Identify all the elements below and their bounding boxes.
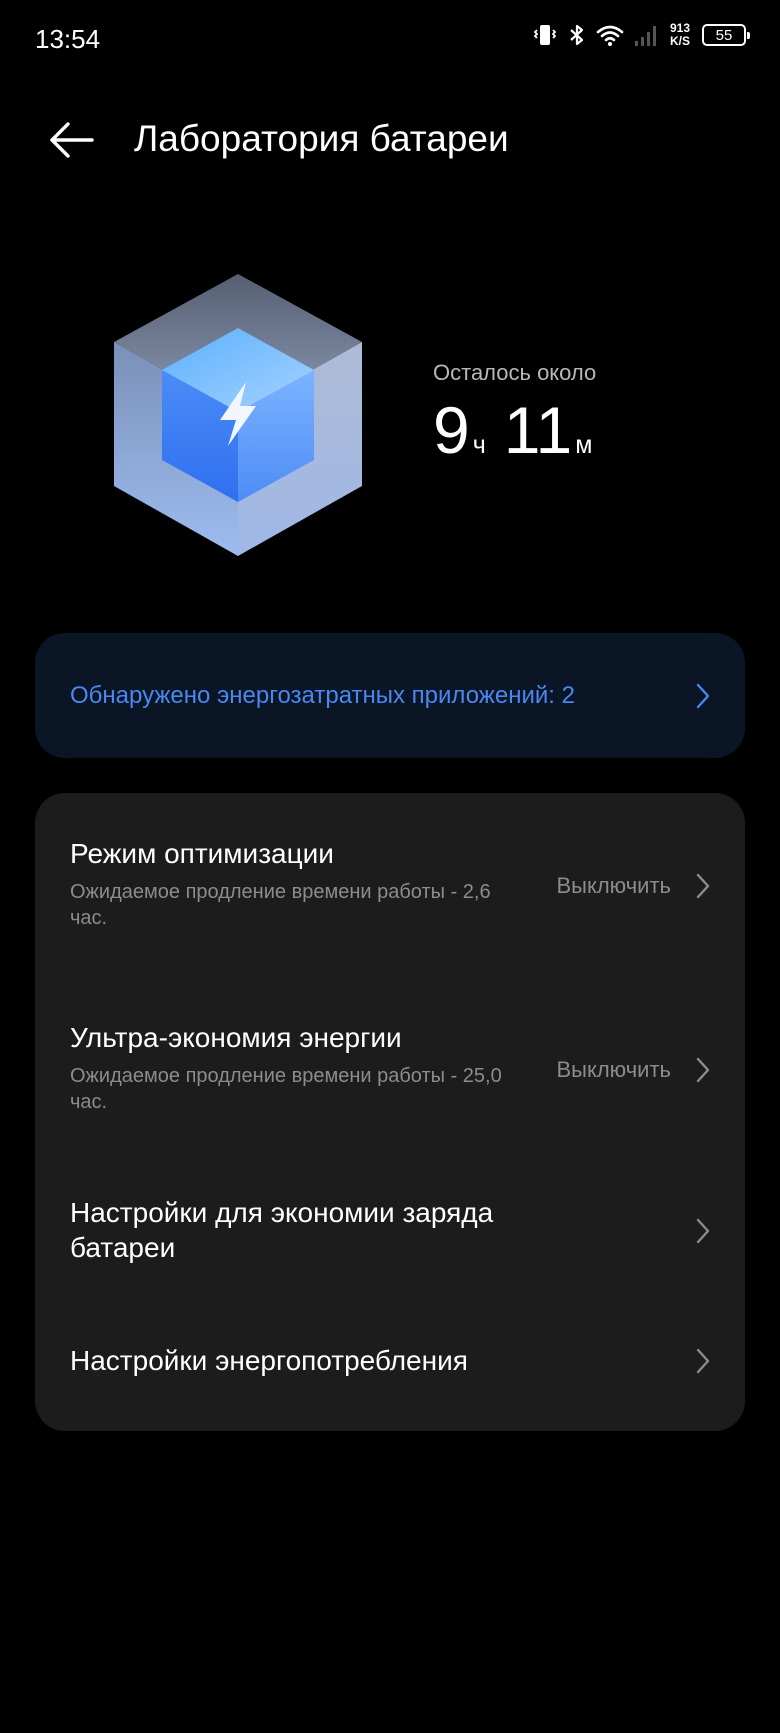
remaining-time-label: Осталось около [433,360,597,385]
chevron-right-icon [696,1057,710,1083]
settings-item-subtitle: Ожидаемое продление времени работы - 25,… [70,1065,502,1113]
status-bar: 13:54 913 K/S 55 [0,0,780,80]
status-time: 13:54 [35,24,101,54]
remaining-hours: 9 [433,393,470,467]
back-arrow-icon [50,122,94,158]
network-speed: 913 K/S [670,22,690,48]
settings-item-value: Выключить [556,1057,671,1082]
bluetooth-icon [570,24,584,46]
page-title: Лаборатория батареи [134,118,509,159]
settings-item-title: Режим оптимизации [70,838,334,869]
remaining-hours-unit: ч [472,431,486,459]
back-button[interactable] [46,118,98,162]
settings-item-power-consumption[interactable]: Настройки энергопотребления [35,1301,745,1431]
wifi-icon [596,25,624,46]
settings-item-title: Настройки для экономии заряда батареи [70,1197,494,1263]
settings-item-value: Выключить [556,873,671,898]
settings-item-title: Настройки энергопотребления [70,1345,468,1376]
vibrate-icon [533,25,557,45]
signal-icon [634,26,656,46]
chevron-right-icon [696,1348,710,1374]
network-speed-unit: K/S [669,34,690,48]
remaining-minutes-unit: м [575,431,593,459]
chevron-right-icon [696,1218,710,1244]
settings-item-optimization-mode[interactable]: Режим оптимизации Ожидаемое продление вр… [35,793,745,977]
battery-icon: 55 [702,24,750,46]
settings-list: Режим оптимизации Ожидаемое продление вр… [35,793,745,1431]
settings-item-title: Ультра-экономия энергии [70,1022,402,1053]
battery-level: 55 [715,26,733,44]
remaining-time: 9 ч 11 м [433,395,610,465]
status-icons: 913 K/S 55 [532,22,750,48]
remaining-minutes: 11 [503,393,573,467]
settings-item-subtitle: Ожидаемое продление времени работы - 2,6… [70,881,491,929]
power-intensive-apps-alert[interactable]: Обнаружено энергозатратных приложений: 2 [35,633,745,758]
chevron-right-icon [696,873,710,899]
settings-item-battery-saving-settings[interactable]: Настройки для экономии заряда батареи [35,1161,745,1301]
header: Лаборатория батареи [0,100,780,180]
battery-cube-icon [114,274,362,556]
settings-item-ultra-saving[interactable]: Ультра-экономия энергии Ожидаемое продле… [35,977,745,1161]
alert-text: Обнаружено энергозатратных приложений: 2 [70,682,575,709]
chevron-right-icon [696,683,710,709]
